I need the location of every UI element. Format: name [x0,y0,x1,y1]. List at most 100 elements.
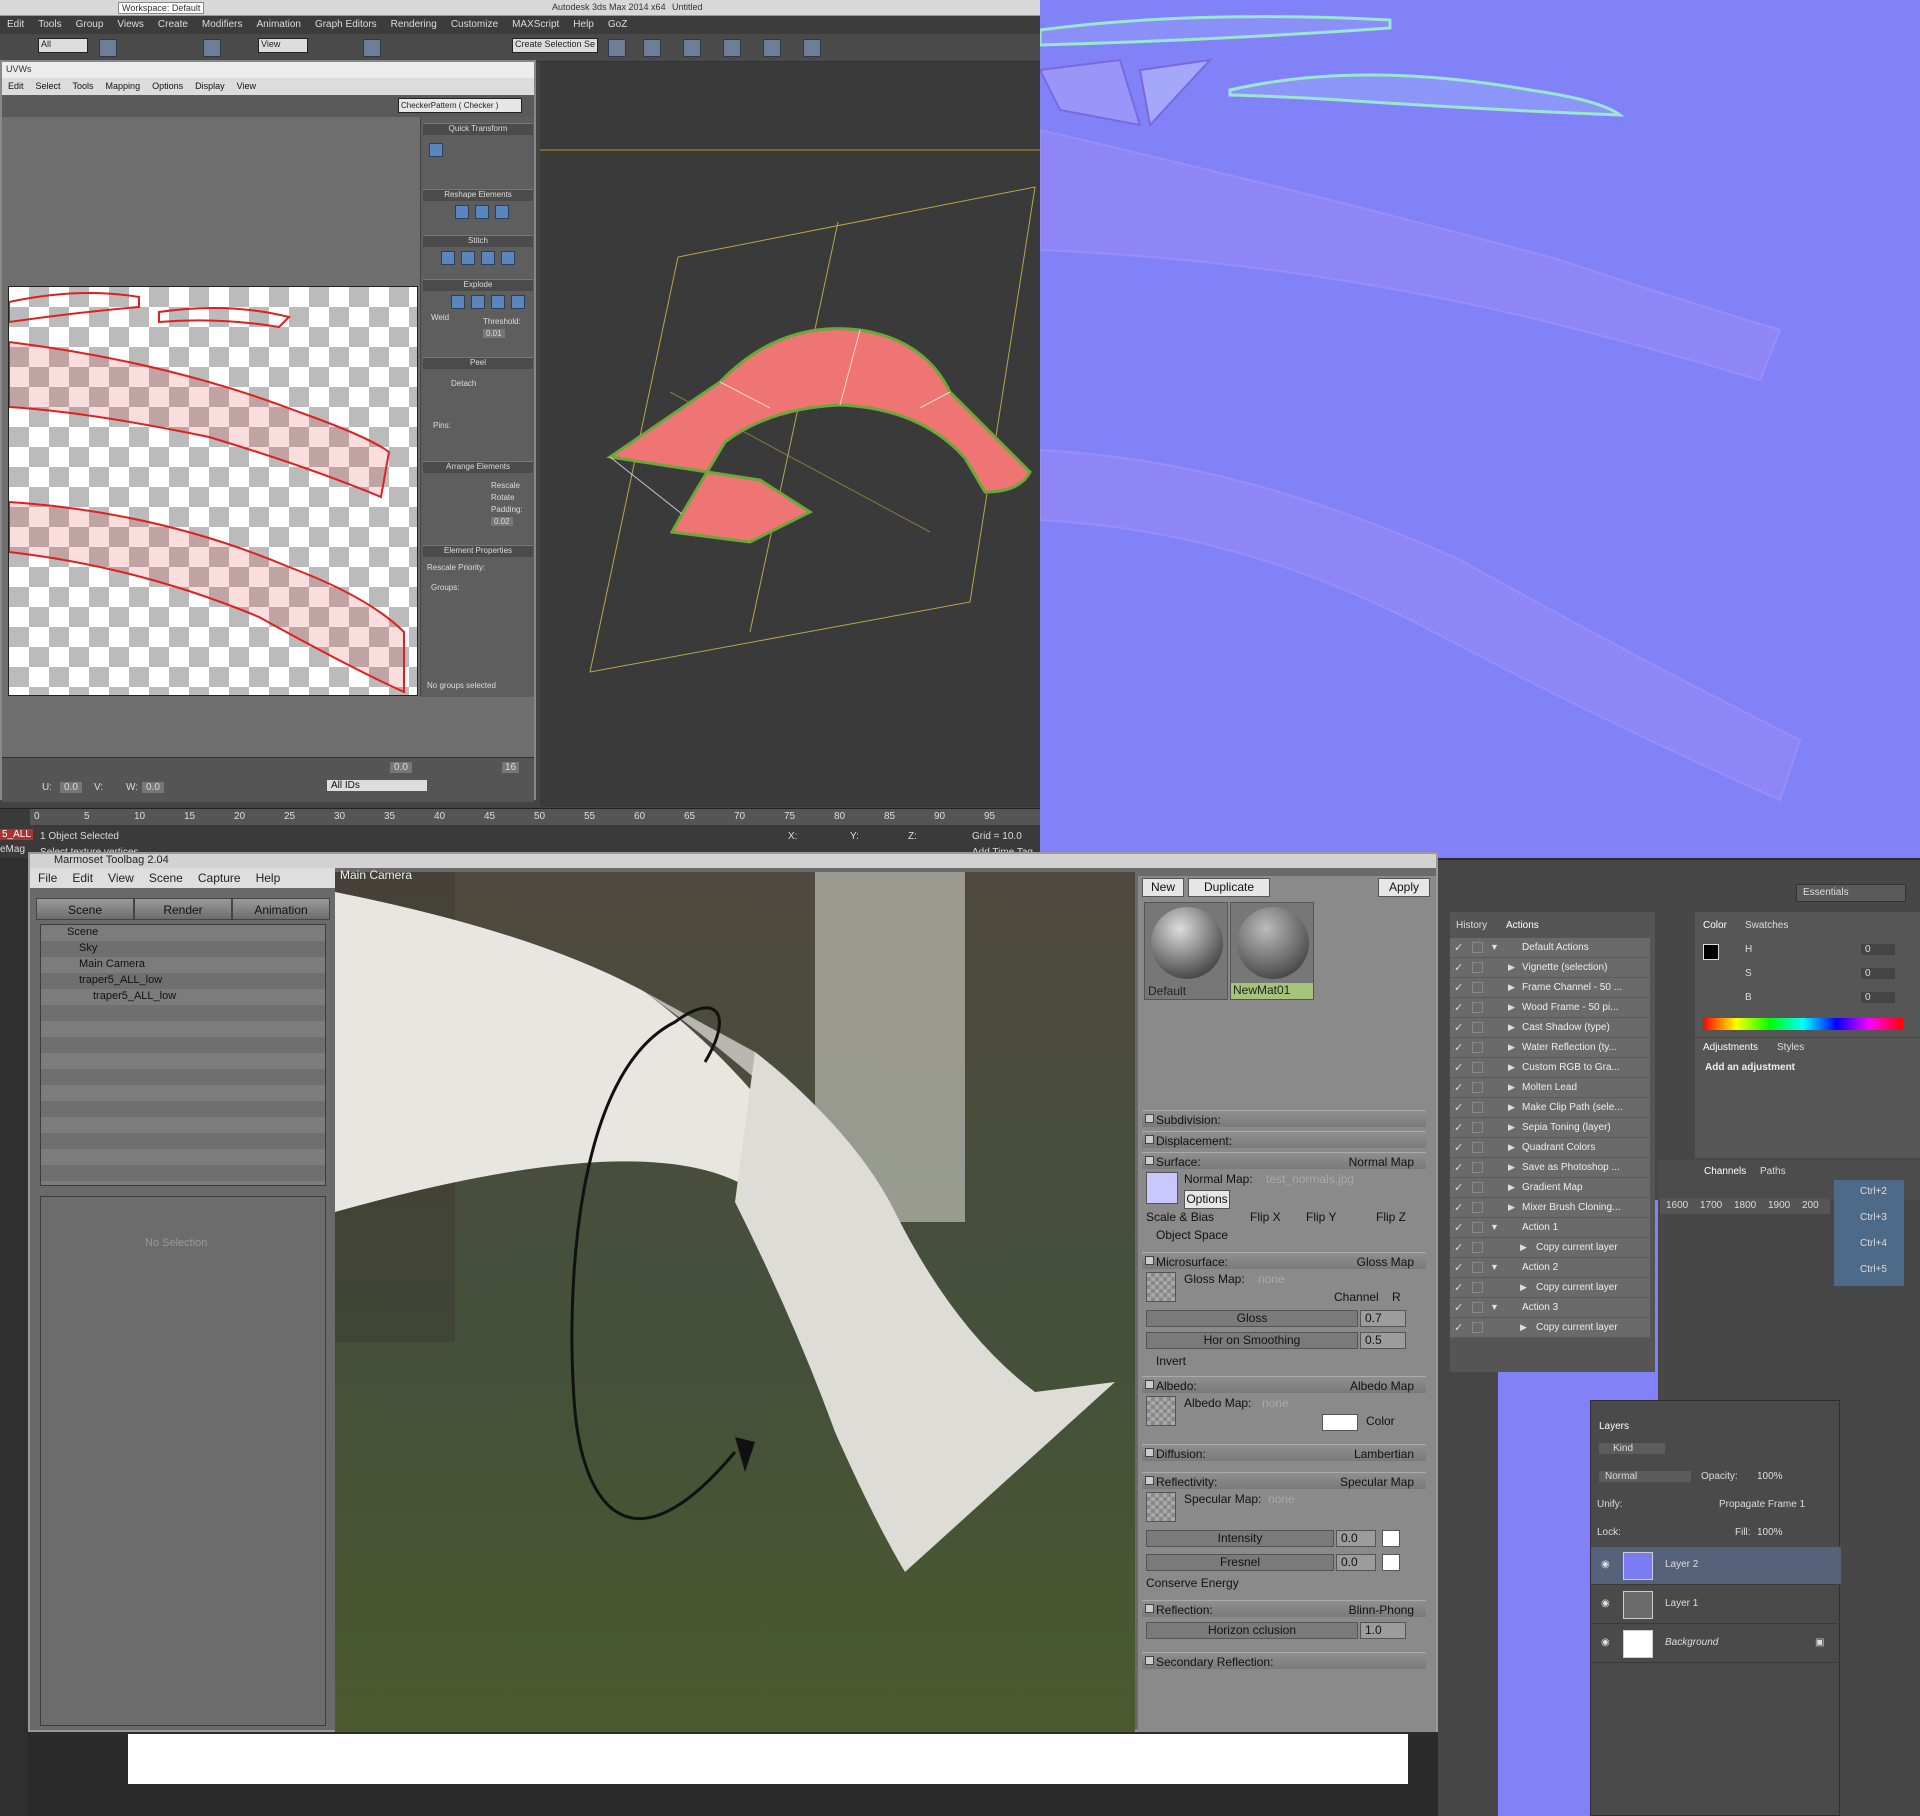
expand-right-icon[interactable]: ▶ [1508,1142,1515,1153]
tree-mesh-group[interactable]: traper5_ALL_low [79,974,162,986]
blend-mode-dropdown[interactable]: Normal [1599,1471,1691,1482]
duplicate-button[interactable]: Duplicate [1188,878,1270,897]
w-field[interactable]: 0.0 [142,782,164,793]
uvw-menu-select[interactable]: Select [30,78,67,91]
tab-layers[interactable]: Layers [1599,1421,1629,1432]
section-reflectivity[interactable]: Reflectivity: Specular Map [1142,1472,1426,1489]
eye-icon[interactable]: ◉ [1601,1637,1610,1648]
color-spectrum[interactable] [1703,1018,1903,1030]
dialog-toggle[interactable] [1472,962,1483,973]
gloss-value[interactable]: 0.7 [1360,1310,1406,1327]
apply-button[interactable]: Apply [1378,878,1430,897]
check-icon[interactable]: ✓ [1454,1241,1463,1254]
check-icon[interactable]: ✓ [1454,1201,1463,1214]
expand-right-icon[interactable]: ▶ [1508,1022,1515,1033]
expand-down-icon[interactable]: ▼ [1490,1222,1499,1232]
menu-help[interactable]: Help [248,868,288,885]
intensity-color[interactable] [1382,1530,1400,1547]
tree-scene[interactable]: Scene [67,926,98,938]
reference-coord[interactable]: View [258,38,308,53]
explode4-icon[interactable] [511,295,525,309]
select-icon[interactable] [96,34,120,60]
action-item[interactable]: ✓ ▶ Make Clip Path (sele... [1450,1098,1650,1118]
snap-icon[interactable] [360,34,384,60]
dialog-toggle[interactable] [1472,1302,1483,1313]
surface-type-dropdown[interactable]: Normal Map [1349,1155,1414,1169]
check-icon[interactable]: ✓ [1454,1041,1463,1054]
tab-scene[interactable]: Scene [36,898,134,920]
threshold-field[interactable]: 0.01 [483,329,505,338]
tab-animation[interactable]: Animation [232,898,330,920]
conserve-energy-checkbox[interactable]: Conserve Energy [1146,1576,1239,1590]
render-setup-icon[interactable] [760,34,784,60]
rotate-checkbox[interactable]: Rotate [491,493,515,502]
fill-value[interactable]: 100% [1757,1527,1783,1538]
menu-views[interactable]: Views [110,16,151,30]
action-item[interactable]: ✓ ▼ Default Actions [1450,938,1650,958]
workspace-dropdown[interactable]: Workspace: Default [118,2,205,14]
expand-right-icon[interactable]: ▶ [1508,1042,1515,1053]
section-secondary-reflection[interactable]: Secondary Reflection: [1142,1652,1426,1669]
check-icon[interactable]: ✓ [1454,1121,1463,1134]
reshape2-icon[interactable] [475,205,489,219]
menu-file[interactable]: File [30,868,64,885]
menu-edit[interactable]: Edit [64,868,100,885]
render-icon[interactable] [800,34,824,60]
padding-field[interactable]: 0.02 [491,517,513,526]
section-diffusion[interactable]: Diffusion: Lambertian [1142,1444,1426,1461]
options-button[interactable]: Options [1184,1190,1230,1209]
menu-group[interactable]: Group [69,16,111,30]
layer-row[interactable]: ◉ Layer 1 [1591,1586,1841,1624]
expand-right-icon[interactable]: ▶ [1508,1002,1515,1013]
layer-row[interactable]: ◉ Layer 2 [1591,1547,1841,1585]
uvw-menu-display[interactable]: Display [189,78,231,91]
essentials-dropdown[interactable]: Essentials [1796,884,1906,902]
stitch-icon[interactable] [441,251,455,265]
dialog-toggle[interactable] [1472,1042,1483,1053]
tab-swatches[interactable]: Swatches [1745,920,1788,931]
ids-dropdown[interactable]: All IDs [327,780,427,791]
menu-view[interactable]: View [100,868,141,885]
rollout-explode[interactable]: Explode [423,279,533,291]
expand-right-icon[interactable]: ▶ [1520,1242,1527,1253]
u-field[interactable]: 0.0 [60,782,82,793]
check-icon[interactable]: ✓ [1454,1141,1463,1154]
expand-down-icon[interactable]: ▼ [1490,942,1499,952]
intensity-value[interactable]: 0.0 [1336,1530,1376,1547]
dialog-toggle[interactable] [1472,1002,1483,1013]
specular-map-thumbnail[interactable] [1146,1492,1176,1522]
object-space-checkbox[interactable]: Object Space [1156,1228,1228,1242]
section-microsurface[interactable]: Microsurface: Gloss Map [1142,1252,1426,1269]
eye-icon[interactable]: ◉ [1601,1559,1610,1570]
explode-icon[interactable] [451,295,465,309]
action-item[interactable]: ✓ ▶ Gradient Map [1450,1178,1650,1198]
h-value[interactable]: 0 [1861,944,1895,955]
check-icon[interactable]: ✓ [1454,941,1463,954]
section-subdivision[interactable]: Subdivision: [1142,1110,1426,1127]
flip-z-checkbox[interactable]: Flip Z [1376,1210,1406,1224]
check-icon[interactable]: ✓ [1454,981,1463,994]
foreground-color[interactable] [1703,944,1719,960]
action-item[interactable]: ✓ ▶ Quadrant Colors [1450,1138,1650,1158]
perspective-viewport[interactable] [540,62,1040,807]
action-item[interactable]: ✓ ▼ Action 3 [1450,1298,1650,1318]
menu-maxscript[interactable]: MAXScript [505,16,566,30]
explode2-icon[interactable] [471,295,485,309]
dialog-toggle[interactable] [1472,982,1483,993]
align-icon[interactable] [640,34,664,60]
expand-right-icon[interactable]: ▶ [1508,1122,1515,1133]
fresnel-slider[interactable]: Fresnel [1146,1554,1334,1571]
check-icon[interactable]: ✓ [1454,1021,1463,1034]
tab-history[interactable]: History [1456,920,1487,931]
checker-dropdown[interactable]: CheckerPattern ( Checker ) [398,98,522,113]
normal-map-thumbnail[interactable] [1146,1172,1178,1204]
dialog-toggle[interactable] [1472,1082,1483,1093]
dialog-toggle[interactable] [1472,1322,1483,1333]
uvw-menu-view[interactable]: View [231,78,262,91]
action-item[interactable]: ✓ ▼ Action 1 [1450,1218,1650,1238]
expand-down-icon[interactable]: ▼ [1490,1262,1499,1272]
section-displacement[interactable]: Displacement: [1142,1131,1426,1148]
rollout-peel[interactable]: Peel [423,357,533,369]
albedo-color-swatch[interactable] [1322,1414,1358,1431]
check-icon[interactable]: ✓ [1454,1261,1463,1274]
